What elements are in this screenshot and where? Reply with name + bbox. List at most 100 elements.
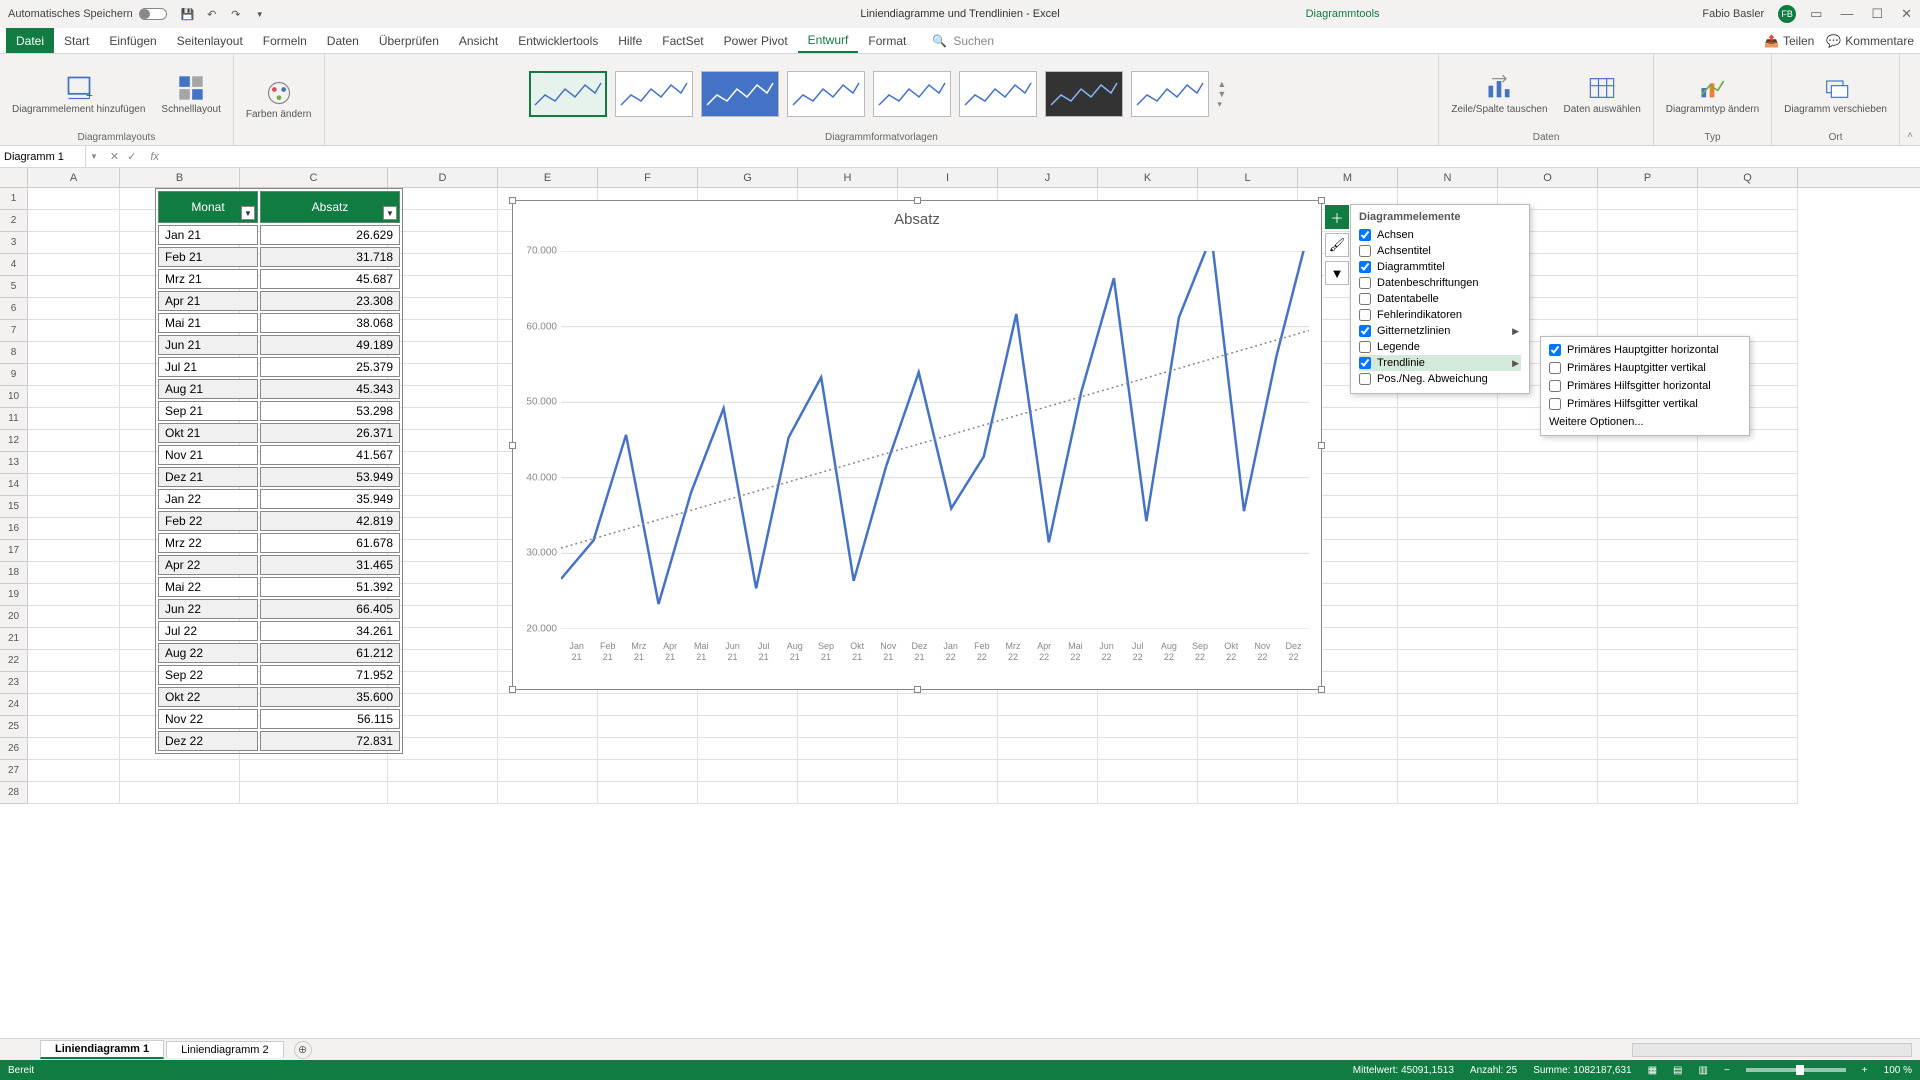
tab-start[interactable]: Start	[54, 28, 99, 53]
view-layout-icon[interactable]: ▤	[1673, 1065, 1682, 1076]
cell[interactable]	[1198, 738, 1298, 760]
chart-elements-button[interactable]: ＋	[1325, 205, 1349, 229]
cell[interactable]	[1398, 694, 1498, 716]
row-header[interactable]: 11	[0, 408, 28, 430]
cell[interactable]	[1298, 694, 1398, 716]
chart-resize-handle[interactable]	[1318, 686, 1325, 693]
table-row[interactable]: Jul 2234.261	[158, 621, 400, 641]
cell[interactable]	[1698, 782, 1798, 804]
row-header[interactable]: 24	[0, 694, 28, 716]
tab-power pivot[interactable]: Power Pivot	[714, 28, 798, 53]
redo-icon[interactable]: ↷	[229, 7, 243, 21]
column-header[interactable]: Q	[1698, 168, 1798, 187]
cell[interactable]	[388, 298, 498, 320]
row-header[interactable]: 3	[0, 232, 28, 254]
chart-style-thumb[interactable]	[615, 71, 693, 117]
cell[interactable]	[1098, 760, 1198, 782]
tab-einfügen[interactable]: Einfügen	[99, 28, 166, 53]
chart-styles-button[interactable]: 🖌	[1325, 233, 1349, 257]
cell[interactable]	[1198, 694, 1298, 716]
checkbox-icon[interactable]	[1359, 373, 1371, 385]
cell[interactable]	[498, 716, 598, 738]
row-header[interactable]: 6	[0, 298, 28, 320]
row-header[interactable]: 25	[0, 716, 28, 738]
switch-row-col-button[interactable]: Zeile/Spalte tauschen	[1447, 72, 1551, 117]
cell[interactable]	[1698, 518, 1798, 540]
fx-icon[interactable]: fx	[150, 151, 159, 163]
cell[interactable]	[388, 232, 498, 254]
cell[interactable]	[1398, 430, 1498, 452]
column-header[interactable]: N	[1398, 168, 1498, 187]
checkbox-icon[interactable]	[1359, 277, 1371, 289]
column-header[interactable]: B	[120, 168, 240, 187]
cell[interactable]	[1698, 452, 1798, 474]
filter-icon[interactable]: ▼	[241, 206, 255, 220]
cell[interactable]	[1598, 738, 1698, 760]
comments-button[interactable]: 💬 Kommentare	[1826, 34, 1914, 48]
cell[interactable]	[1698, 276, 1798, 298]
cell[interactable]	[28, 518, 120, 540]
cell[interactable]	[1698, 584, 1798, 606]
cell[interactable]	[1398, 738, 1498, 760]
cell[interactable]	[1398, 496, 1498, 518]
cell[interactable]	[1698, 254, 1798, 276]
horizontal-scrollbar[interactable]	[1632, 1043, 1912, 1057]
cell[interactable]	[1298, 716, 1398, 738]
worksheet-grid[interactable]: ABCDEFGHIJKLMNOPQ 1234567891011121314151…	[0, 168, 1920, 1038]
cell[interactable]	[1498, 628, 1598, 650]
checkbox-icon[interactable]	[1359, 229, 1371, 241]
cell[interactable]	[28, 386, 120, 408]
row-header[interactable]: 1	[0, 188, 28, 210]
cell[interactable]	[1698, 628, 1798, 650]
cell[interactable]	[698, 694, 798, 716]
enter-formula-icon[interactable]: ✓	[127, 150, 136, 163]
column-header[interactable]: P	[1598, 168, 1698, 187]
cell[interactable]	[1498, 584, 1598, 606]
add-sheet-button[interactable]: ⊕	[294, 1041, 312, 1059]
tab-file[interactable]: Datei	[6, 28, 54, 53]
cell[interactable]	[798, 738, 898, 760]
cancel-formula-icon[interactable]: ✕	[110, 150, 119, 163]
cell[interactable]	[1198, 716, 1298, 738]
cell[interactable]	[28, 430, 120, 452]
cell[interactable]	[1698, 496, 1798, 518]
cell[interactable]	[28, 210, 120, 232]
cell[interactable]	[1698, 606, 1798, 628]
column-header[interactable]: E	[498, 168, 598, 187]
cell[interactable]	[28, 408, 120, 430]
gridline-option[interactable]: Primäres Hauptgitter horizontal	[1549, 341, 1741, 359]
cell[interactable]	[998, 716, 1098, 738]
chart-resize-handle[interactable]	[914, 686, 921, 693]
tab-daten[interactable]: Daten	[317, 28, 369, 53]
cell[interactable]	[1498, 518, 1598, 540]
cell[interactable]	[28, 540, 120, 562]
cell[interactable]	[898, 760, 998, 782]
cell[interactable]	[1598, 694, 1698, 716]
avatar[interactable]: FB	[1778, 5, 1796, 23]
cell[interactable]	[1598, 298, 1698, 320]
row-header[interactable]: 18	[0, 562, 28, 584]
cell[interactable]	[1498, 650, 1598, 672]
cell[interactable]	[1198, 782, 1298, 804]
cell[interactable]	[1598, 562, 1698, 584]
chart-element-option[interactable]: Datentabelle	[1359, 291, 1521, 307]
cell[interactable]	[1398, 606, 1498, 628]
cell[interactable]	[1698, 650, 1798, 672]
checkbox-icon[interactable]	[1549, 398, 1561, 410]
minimize-icon[interactable]: —	[1840, 6, 1853, 22]
cell[interactable]	[1398, 584, 1498, 606]
cell[interactable]	[898, 716, 998, 738]
cell[interactable]	[1398, 562, 1498, 584]
chart-title[interactable]: Absatz	[513, 211, 1321, 228]
column-header[interactable]: A	[28, 168, 120, 187]
table-row[interactable]: Apr 2123.308	[158, 291, 400, 311]
table-row[interactable]: Aug 2145.343	[158, 379, 400, 399]
column-header[interactable]: K	[1098, 168, 1198, 187]
cell[interactable]	[1498, 606, 1598, 628]
cell[interactable]	[1698, 716, 1798, 738]
cell[interactable]	[28, 672, 120, 694]
tab-format[interactable]: Format	[858, 28, 916, 53]
chart-element-option[interactable]: Gitternetzlinien▶	[1359, 323, 1521, 339]
cell[interactable]	[1698, 210, 1798, 232]
checkbox-icon[interactable]	[1359, 341, 1371, 353]
